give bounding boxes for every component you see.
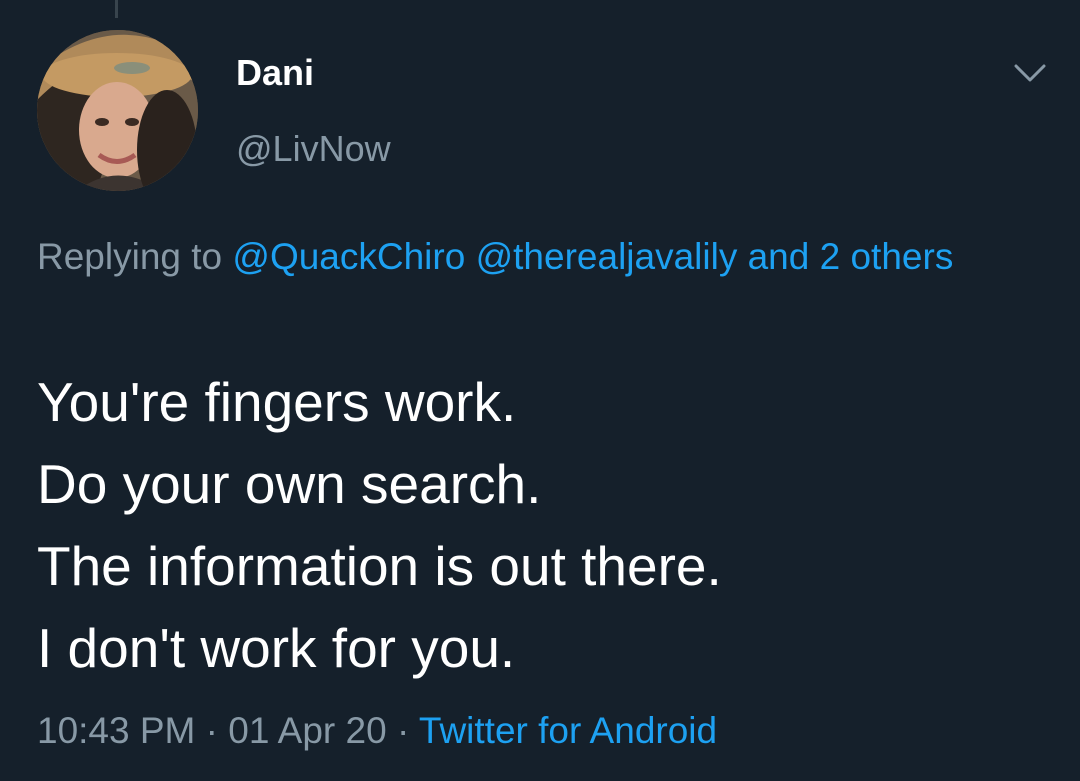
tweet-date[interactable]: 01 Apr 20 xyxy=(228,710,386,751)
avatar-photo xyxy=(37,30,198,191)
replying-to-label: Replying to xyxy=(37,236,223,277)
display-name[interactable]: Dani xyxy=(236,50,314,96)
reply-context: Replying to @QuackChiro @therealjavalily… xyxy=(37,228,1047,286)
mention-link[interactable]: @QuackChiro xyxy=(232,236,465,277)
tweet-text-line: Do your own search. xyxy=(37,453,542,515)
and-others-link[interactable]: and 2 others xyxy=(748,236,954,277)
chevron-down-icon[interactable] xyxy=(1012,60,1048,86)
user-handle[interactable]: @LivNow xyxy=(236,126,391,172)
meta-separator: · xyxy=(396,710,410,751)
thread-connector-line xyxy=(115,0,118,18)
tweet-source-link[interactable]: Twitter for Android xyxy=(419,710,717,751)
tweet-text-line: The information is out there. xyxy=(37,535,722,597)
tweet-text-line: I don't work for you. xyxy=(37,617,516,679)
tweet-text-line: You're fingers work. xyxy=(37,371,517,433)
meta-separator: · xyxy=(205,710,218,751)
tweet-text: You're fingers work. Do your own search.… xyxy=(37,361,1047,689)
tweet-time[interactable]: 10:43 PM xyxy=(37,710,195,751)
avatar[interactable] xyxy=(37,30,198,191)
tweet-meta: 10:43 PM · 01 Apr 20 · Twitter for Andro… xyxy=(37,705,717,757)
mention-link[interactable]: @therealjavalily xyxy=(476,236,738,277)
